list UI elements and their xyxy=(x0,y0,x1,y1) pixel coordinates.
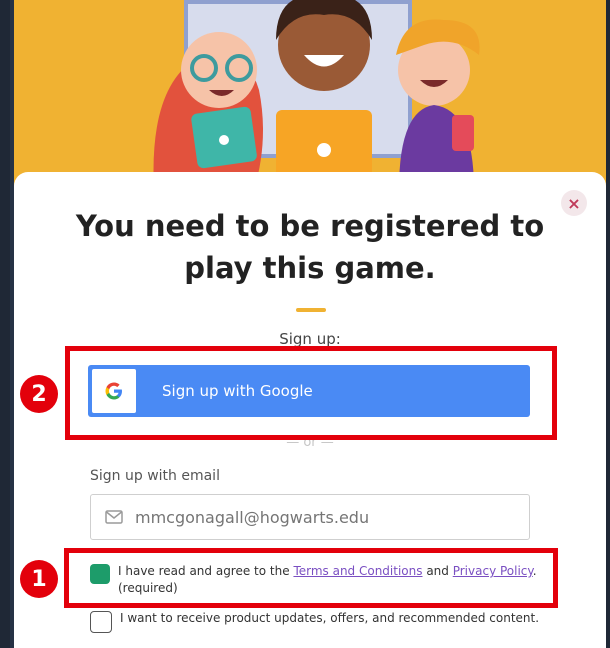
marketing-text: I want to receive product updates, offer… xyxy=(120,611,540,625)
backdrop-stripe xyxy=(0,0,10,648)
marketing-row: I want to receive product updates, offer… xyxy=(90,610,540,633)
annotation-box-2 xyxy=(65,346,557,440)
email-signup-label: Sign up with email xyxy=(90,468,220,484)
annotation-box-1 xyxy=(64,548,558,608)
modal-title: You need to be registered to play this g… xyxy=(75,209,545,285)
mail-icon xyxy=(105,510,123,524)
hero-illustration xyxy=(14,0,606,190)
title-accent-bar xyxy=(296,308,326,312)
marketing-checkbox[interactable] xyxy=(90,611,112,633)
annotation-marker-1: 1 xyxy=(20,560,58,598)
email-field-container[interactable] xyxy=(90,494,530,540)
annotation-marker-2: 2 xyxy=(20,375,58,413)
email-input[interactable] xyxy=(133,506,517,528)
kids-illustration xyxy=(153,0,480,190)
